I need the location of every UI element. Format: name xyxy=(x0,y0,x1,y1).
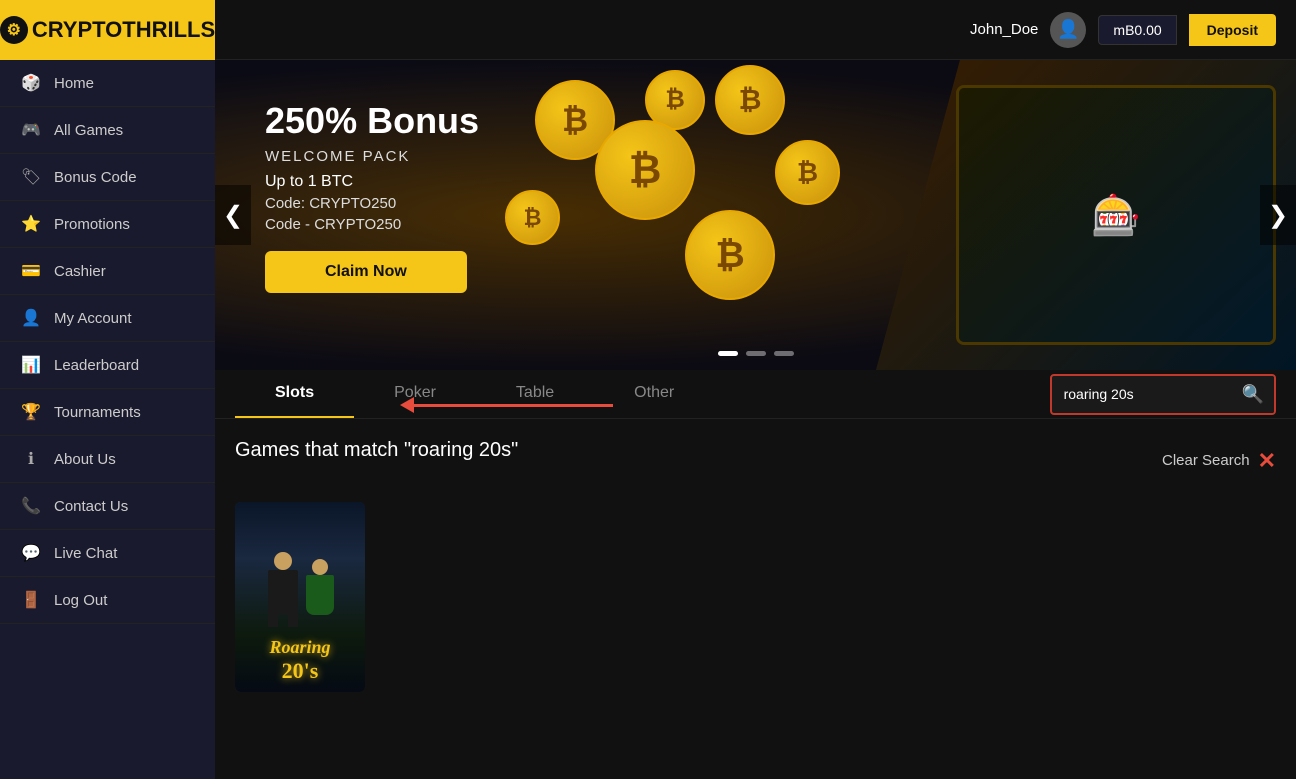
sidebar-label-my-account: My Account xyxy=(54,310,132,327)
sidebar-item-log-out[interactable]: 🚪 Log Out xyxy=(0,577,215,624)
banner-next-button[interactable]: ❯ xyxy=(1260,185,1296,245)
logo-gear-icon: ⚙ xyxy=(0,16,28,44)
sidebar-label-promotions: Promotions xyxy=(54,216,130,233)
username-label: John_Doe xyxy=(970,21,1038,38)
sidebar-item-contact-us[interactable]: 📞 Contact Us xyxy=(0,483,215,530)
logo: ⚙ CRYPTOTHRILLS xyxy=(0,16,215,44)
banner-content: 250% Bonus WELCOME PACK Up to 1 BTC Code… xyxy=(215,60,1296,333)
main-layout: 🎲 Home 🎮 All Games 🏷 Bonus Code ⭐ Promot… xyxy=(0,60,1296,779)
sidebar-label-about-us: About Us xyxy=(54,451,116,468)
chevron-left-icon: ❮ xyxy=(223,201,243,230)
sidebar-label-bonus-code: Bonus Code xyxy=(54,169,137,186)
arrow-line xyxy=(413,404,613,407)
tournaments-icon: 🏆 xyxy=(20,401,42,423)
search-icon: 🔍 xyxy=(1242,384,1264,404)
search-button[interactable]: 🔍 xyxy=(1232,376,1274,413)
logo-text: CRYPTOTHRILLS xyxy=(32,17,215,43)
welcome-label: WELCOME PACK xyxy=(265,148,1246,165)
game-card[interactable]: Roaring 20's xyxy=(235,502,365,692)
sidebar-item-leaderboard[interactable]: 📊 Leaderboard xyxy=(0,342,215,389)
sidebar-label-cashier: Cashier xyxy=(54,263,106,280)
code-line-1: Code: CRYPTO250 xyxy=(265,195,1246,212)
chevron-right-icon: ❯ xyxy=(1268,201,1288,230)
avatar-icon[interactable]: 👤 xyxy=(1050,12,1086,48)
sidebar: 🎲 Home 🎮 All Games 🏷 Bonus Code ⭐ Promot… xyxy=(0,60,215,779)
close-icon: ✕ xyxy=(1258,448,1276,474)
up-to-btc: Up to 1 BTC xyxy=(265,173,1246,191)
search-box: 🔍 xyxy=(1050,374,1276,415)
logo-area[interactable]: ⚙ CRYPTOTHRILLS xyxy=(0,0,215,60)
sidebar-label-all-games: All Games xyxy=(54,122,123,139)
sidebar-label-contact-us: Contact Us xyxy=(54,498,128,515)
sidebar-item-bonus-code[interactable]: 🏷 Bonus Code xyxy=(0,154,215,201)
sidebar-label-tournaments: Tournaments xyxy=(54,404,141,421)
dot-2[interactable] xyxy=(746,351,766,356)
live-chat-icon: 💬 xyxy=(20,542,42,564)
bonus-code-icon: 🏷 xyxy=(20,166,42,188)
header: ⚙ CRYPTOTHRILLS John_Doe 👤 mB0.00 Deposi… xyxy=(0,0,1296,60)
dot-1[interactable] xyxy=(718,351,738,356)
log-out-icon: 🚪 xyxy=(20,589,42,611)
game-card-wrapper: Roaring 20's xyxy=(235,502,365,692)
deposit-button[interactable]: Deposit xyxy=(1189,14,1276,46)
cashier-icon: 💳 xyxy=(20,260,42,282)
code-line-2: Code - CRYPTO250 xyxy=(265,216,1246,233)
sidebar-item-my-account[interactable]: 👤 My Account xyxy=(0,295,215,342)
game-tabs: Slots Poker Table Other 🔍 xyxy=(215,370,1296,419)
search-results-header: Games that match "roaring 20s" Clear Sea… xyxy=(235,439,1276,482)
claim-button[interactable]: Claim Now xyxy=(265,251,467,293)
contact-us-icon: 📞 xyxy=(20,495,42,517)
arrow-head-icon xyxy=(400,397,414,413)
banner-prev-button[interactable]: ❮ xyxy=(215,185,251,245)
promotions-icon: ⭐ xyxy=(20,213,42,235)
game-title: Roaring 20's xyxy=(235,637,365,684)
search-heading: Games that match "roaring 20s" xyxy=(235,439,518,462)
sidebar-label-home: Home xyxy=(54,75,94,92)
banner-dots xyxy=(718,351,794,356)
content: ₿ ₿ ₿ ₿ ₿ ₿ ₿ 250% Bonus WELCOME PACK Up… xyxy=(215,60,1296,779)
banner: ₿ ₿ ₿ ₿ ₿ ₿ ₿ 250% Bonus WELCOME PACK Up… xyxy=(215,60,1296,370)
bonus-title: 250% Bonus xyxy=(265,100,1246,142)
sidebar-item-promotions[interactable]: ⭐ Promotions xyxy=(0,201,215,248)
sidebar-item-tournaments[interactable]: 🏆 Tournaments xyxy=(0,389,215,436)
clear-search-button[interactable]: Clear Search ✕ xyxy=(1162,448,1276,474)
all-games-icon: 🎮 xyxy=(20,119,42,141)
sidebar-label-log-out: Log Out xyxy=(54,592,107,609)
sidebar-item-cashier[interactable]: 💳 Cashier xyxy=(0,248,215,295)
dot-3[interactable] xyxy=(774,351,794,356)
sidebar-item-about-us[interactable]: ℹ About Us xyxy=(0,436,215,483)
leaderboard-icon: 📊 xyxy=(20,354,42,376)
header-right: John_Doe 👤 mB0.00 Deposit xyxy=(970,12,1276,48)
annotation-arrow xyxy=(400,397,613,413)
games-grid: Roaring 20's xyxy=(235,502,1276,692)
sidebar-item-home[interactable]: 🎲 Home xyxy=(0,60,215,107)
my-account-icon: 👤 xyxy=(20,307,42,329)
search-input[interactable] xyxy=(1052,378,1232,410)
home-icon: 🎲 xyxy=(20,72,42,94)
game-thumbnail: Roaring 20's xyxy=(235,502,365,692)
tab-slots[interactable]: Slots xyxy=(235,370,354,418)
balance-button[interactable]: mB0.00 xyxy=(1098,15,1176,45)
sidebar-label-live-chat: Live Chat xyxy=(54,545,117,562)
about-us-icon: ℹ xyxy=(20,448,42,470)
sidebar-item-all-games[interactable]: 🎮 All Games xyxy=(0,107,215,154)
sidebar-label-leaderboard: Leaderboard xyxy=(54,357,139,374)
search-results: Games that match "roaring 20s" Clear Sea… xyxy=(215,419,1296,779)
sidebar-item-live-chat[interactable]: 💬 Live Chat xyxy=(0,530,215,577)
